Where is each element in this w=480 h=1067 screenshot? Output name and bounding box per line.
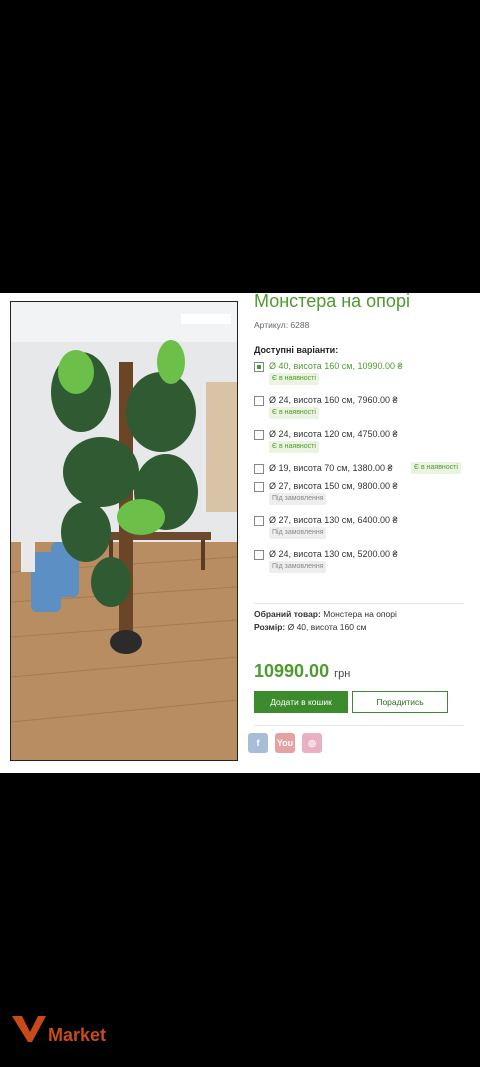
product-price: 10990.00 грн [254, 661, 350, 682]
stock-badge: Є в наявності [269, 373, 319, 385]
facebook-icon[interactable]: f [248, 733, 268, 753]
variant-checkbox[interactable] [254, 550, 264, 560]
variant-checkbox[interactable] [254, 516, 264, 526]
variant-label: Ø 27, висота 130 см, 6400.00 ₴ [269, 515, 398, 525]
product-sku: Артикул: 6288 [254, 320, 310, 330]
divider [254, 603, 464, 604]
variant-checkbox[interactable] [254, 482, 264, 492]
add-to-cart-button[interactable]: Додати в кошик [254, 691, 348, 713]
stock-badge: Під замовлення [269, 527, 327, 539]
variant-label: Ø 19, висота 70 см, 1380.00 ₴ [269, 463, 393, 473]
selected-value: Монстера на опорі [323, 609, 397, 619]
variant-label: Ø 24, висота 130 см, 5200.00 ₴ [269, 549, 398, 559]
stock-badge: Є в наявності [269, 407, 319, 419]
variant-label: Ø 40, висота 160 см, 10990.00 ₴ [269, 361, 403, 371]
stock-badge: Під замовлення [269, 561, 327, 573]
variant-label: Ø 24, висота 120 см, 4750.00 ₴ [269, 429, 398, 439]
variant-checkbox[interactable] [254, 362, 264, 372]
divider [254, 725, 464, 726]
advise-button[interactable]: Порадитись [352, 691, 448, 713]
size-value: Ø 40, висота 160 см [287, 622, 367, 632]
variant-label: Ø 24, висота 160 см, 7960.00 ₴ [269, 395, 398, 405]
variant-checkbox[interactable] [254, 464, 264, 474]
stock-badge: Є в наявності [269, 441, 319, 453]
youtube-icon[interactable]: You [275, 733, 295, 753]
watermark-brand: Market [48, 1025, 107, 1045]
product-screenshot: Монстера на опорі Артикул: 6288 Доступні… [0, 293, 480, 773]
variant-checkbox[interactable] [254, 430, 264, 440]
selected-size: Розмір: Ø 40, висота 160 см [254, 622, 366, 632]
price-value: 10990.00 [254, 661, 330, 681]
instagram-icon[interactable]: ◎ [302, 733, 322, 753]
stock-badge: Під замовлення [269, 493, 327, 505]
product-panel: Монстера на опорі Артикул: 6288 Доступні… [246, 293, 480, 773]
size-label: Розмір: [254, 622, 286, 632]
product-photo [10, 301, 238, 761]
stock-badge: Є в наявності [411, 462, 461, 474]
selected-label: Обраний товар: [254, 609, 321, 619]
variant-label: Ø 27, висота 150 см, 9800.00 ₴ [269, 481, 398, 491]
variant-checkbox[interactable] [254, 396, 264, 406]
price-currency: грн [334, 668, 351, 680]
selected-product: Обраний товар: Монстера на опорі [254, 609, 397, 619]
variants-heading: Доступні варіанти: [254, 345, 339, 355]
monstera-plant-image [11, 302, 237, 760]
product-title: Монстера на опорі [254, 293, 410, 311]
